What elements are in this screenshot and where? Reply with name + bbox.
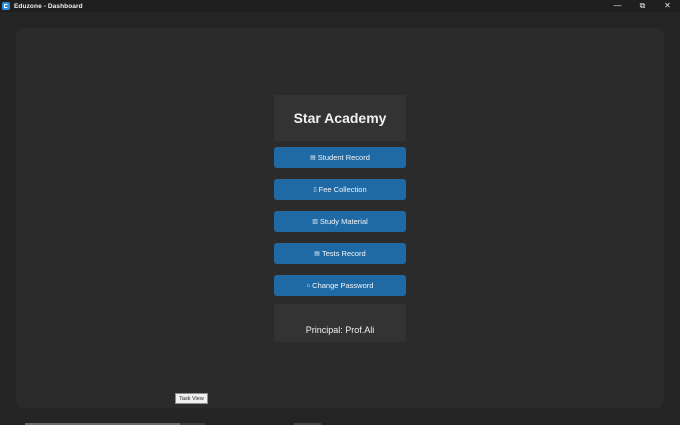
close-button[interactable]: ✕ [655,0,680,12]
task-view-tooltip: Task View [175,393,208,404]
school-name: Star Academy [293,110,387,126]
change-password-button[interactable]: ⌂ Change Password [274,275,406,296]
principal-name: Principal: Prof.Ali [305,325,375,335]
window-controls: — ⧉ ✕ [605,0,680,12]
window-title: Eduzone - Dashboard [14,2,83,10]
school-header: Star Academy [274,95,406,141]
restore-button[interactable]: ⧉ [630,0,655,12]
book-icon: ▥ [312,219,318,225]
study-material-button[interactable]: ▥ Study Material [274,211,406,232]
title-bar: Eduzone - Dashboard — ⧉ ✕ [0,0,680,12]
fee-collection-button[interactable]: ▯ Fee Collection [274,179,406,200]
minimize-button[interactable]: — [605,0,630,12]
money-icon: ▯ [313,187,317,193]
tests-record-label: Tests Record [321,249,366,258]
notes-icon: ▤ [314,251,320,257]
study-material-label: Study Material [319,217,368,226]
app-logo-icon [2,2,10,10]
fee-collection-label: Fee Collection [318,185,367,194]
student-record-label: Student Record [317,153,370,162]
tests-record-button[interactable]: ▤ Tests Record [274,243,406,264]
lock-icon: ⌂ [306,282,311,289]
change-password-label: Change Password [312,281,374,290]
student-record-button[interactable]: ▤ Student Record [274,147,406,168]
clipboard-icon: ▤ [310,155,316,161]
principal-footer: Principal: Prof.Ali [274,304,406,342]
